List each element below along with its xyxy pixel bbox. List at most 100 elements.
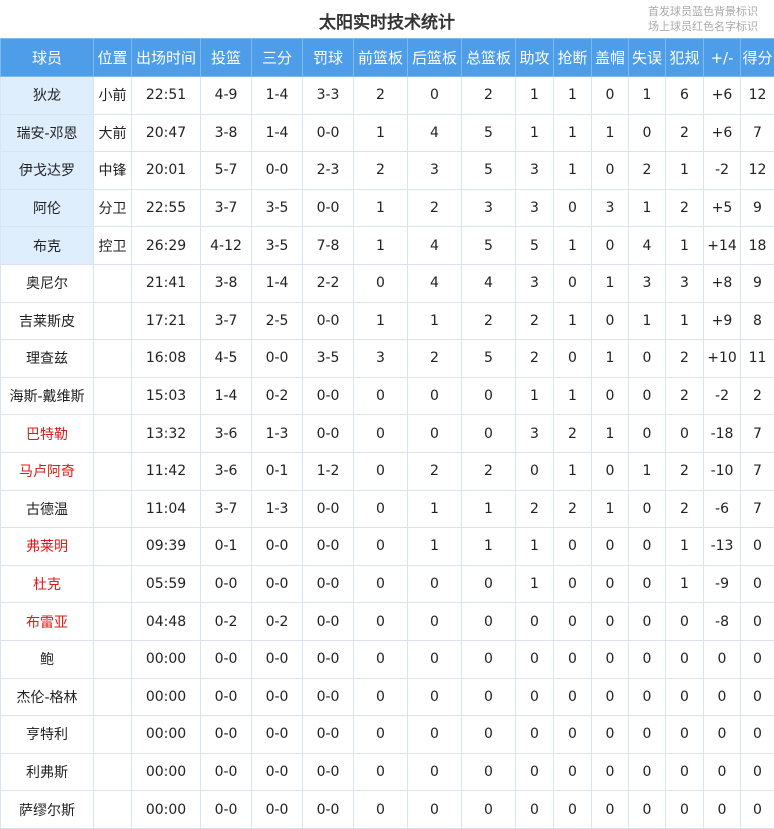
cell-pts: 0 [741,603,774,641]
player-name[interactable]: 弗莱明 [1,528,94,566]
col-header-tov: 失误 [629,39,666,77]
cell-stl: 1 [554,227,592,265]
player-name[interactable]: 理查兹 [1,340,94,378]
cell-fg: 3-6 [201,452,252,490]
cell-ast: 2 [516,340,554,378]
cell-minutes: 22:51 [132,77,201,115]
cell-tov: 1 [629,189,666,227]
cell-plusminus: +14 [704,227,741,265]
cell-blk: 0 [592,227,629,265]
cell-3pt: 1-4 [252,77,303,115]
cell-pf: 0 [666,716,704,754]
player-name[interactable]: 狄龙 [1,77,94,115]
table-row: 伊戈达罗中锋20:015-70-02-323531021-212 [1,152,774,190]
player-name[interactable]: 阿伦 [1,189,94,227]
cell-tov: 0 [629,565,666,603]
cell-dreb: 1 [408,528,462,566]
col-header-blk: 盖帽 [592,39,629,77]
cell-minutes: 21:41 [132,264,201,302]
player-name[interactable]: 杰伦-格林 [1,678,94,716]
player-name[interactable]: 杜克 [1,565,94,603]
player-name[interactable]: 马卢阿奇 [1,452,94,490]
cell-oreb: 0 [354,490,408,528]
legend-starter-note: 首发球员蓝色背景标识 [648,4,758,19]
cell-dreb: 3 [408,152,462,190]
table-row: 狄龙小前22:514-91-43-320211016+612 [1,77,774,115]
col-header-oreb: 前篮板 [354,39,408,77]
col-header-stl: 抢断 [554,39,592,77]
cell-oreb: 0 [354,603,408,641]
cell-pts: 7 [741,452,774,490]
cell-position: 中锋 [94,152,132,190]
cell-pts: 8 [741,302,774,340]
cell-stl: 0 [554,565,592,603]
player-name[interactable]: 古德温 [1,490,94,528]
cell-stl: 0 [554,603,592,641]
cell-pf: 0 [666,415,704,453]
cell-dreb: 4 [408,264,462,302]
table-row: 阿伦分卫22:553-73-50-012330312+59 [1,189,774,227]
player-name[interactable]: 吉莱斯皮 [1,302,94,340]
cell-oreb: 0 [354,791,408,829]
cell-minutes: 13:32 [132,415,201,453]
cell-3pt: 0-0 [252,340,303,378]
cell-reb: 5 [462,152,516,190]
cell-plusminus: 0 [704,791,741,829]
cell-ast: 0 [516,716,554,754]
cell-plusminus: 0 [704,753,741,791]
cell-ast: 0 [516,678,554,716]
cell-ft: 3-3 [303,77,354,115]
cell-fg: 3-7 [201,189,252,227]
cell-ast: 2 [516,490,554,528]
cell-fg: 0-1 [201,528,252,566]
cell-minutes: 00:00 [132,678,201,716]
player-name[interactable]: 瑞安-邓恩 [1,114,94,152]
cell-3pt: 0-1 [252,452,303,490]
cell-plusminus: +10 [704,340,741,378]
cell-plusminus: 0 [704,678,741,716]
player-name[interactable]: 奥尼尔 [1,264,94,302]
cell-pf: 1 [666,227,704,265]
table-row: 杰伦-格林00:000-00-00-00000000000 [1,678,774,716]
table-row: 萨缪尔斯00:000-00-00-00000000000 [1,791,774,829]
cell-reb: 0 [462,415,516,453]
cell-position [94,565,132,603]
player-name[interactable]: 亨特利 [1,716,94,754]
cell-pf: 2 [666,114,704,152]
cell-ast: 0 [516,603,554,641]
cell-oreb: 0 [354,640,408,678]
player-name[interactable]: 利弗斯 [1,753,94,791]
cell-reb: 0 [462,377,516,415]
cell-ft: 0-0 [303,603,354,641]
col-header-player: 球员 [1,39,94,77]
player-name[interactable]: 布雷亚 [1,603,94,641]
cell-3pt: 1-4 [252,114,303,152]
cell-ft: 0-0 [303,114,354,152]
col-header-pf: 犯规 [666,39,704,77]
cell-oreb: 0 [354,452,408,490]
table-row: 布雷亚04:480-20-20-000000000-80 [1,603,774,641]
player-name[interactable]: 海斯-戴维斯 [1,377,94,415]
player-name[interactable]: 萨缪尔斯 [1,791,94,829]
cell-position [94,640,132,678]
cell-plusminus: -2 [704,152,741,190]
cell-blk: 0 [592,377,629,415]
cell-3pt: 0-0 [252,528,303,566]
cell-pf: 6 [666,77,704,115]
cell-oreb: 1 [354,302,408,340]
cell-fg: 4-5 [201,340,252,378]
player-name[interactable]: 巴特勒 [1,415,94,453]
cell-dreb: 1 [408,490,462,528]
cell-oreb: 0 [354,264,408,302]
cell-reb: 0 [462,603,516,641]
cell-reb: 0 [462,640,516,678]
cell-pts: 7 [741,490,774,528]
cell-dreb: 2 [408,452,462,490]
player-name[interactable]: 布克 [1,227,94,265]
cell-reb: 2 [462,452,516,490]
player-name[interactable]: 鲍 [1,640,94,678]
cell-ft: 2-3 [303,152,354,190]
col-header-minutes: 出场时间 [132,39,201,77]
cell-position: 分卫 [94,189,132,227]
player-name[interactable]: 伊戈达罗 [1,152,94,190]
